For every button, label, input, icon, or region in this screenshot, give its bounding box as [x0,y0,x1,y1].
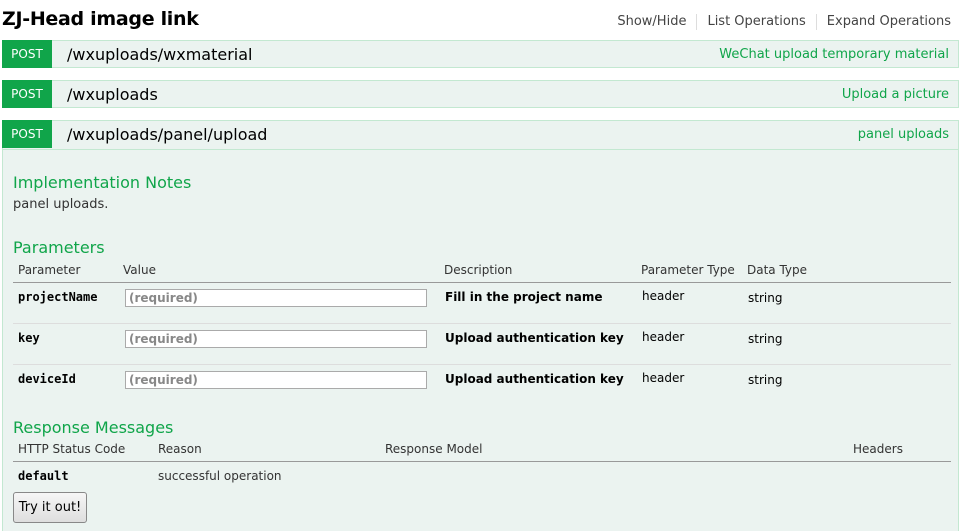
page-title: ZJ-Head image link [2,8,199,30]
implementation-notes-text: panel uploads. [13,197,109,212]
data-type: string [748,373,783,387]
responses-header-line [13,461,951,462]
data-type: string [748,291,783,305]
param-name: deviceId [18,372,76,386]
col-headers: Headers [853,442,903,456]
list-operations-link[interactable]: List Operations [697,14,817,30]
operation-summary[interactable]: panel uploads [858,127,949,142]
operation-path[interactable]: /wxuploads/panel/upload [67,125,267,144]
operation-content: Implementation Notes panel uploads. Para… [2,149,959,531]
method-badge[interactable]: POST [2,40,52,68]
operation-summary[interactable]: WeChat upload temporary material [719,47,949,62]
key-input[interactable] [125,330,427,348]
divider [3,149,958,150]
response-messages-heading: Response Messages [13,418,174,437]
operation-wxmaterial[interactable]: POST /wxuploads/wxmaterial WeChat upload… [2,40,959,68]
param-description: Upload authentication key [445,331,624,345]
project-name-input[interactable] [125,289,427,307]
operation-panel-upload[interactable]: POST /wxuploads/panel/upload panel uploa… [2,120,959,149]
top-links: Show/Hide List Operations Expand Operati… [607,14,951,30]
param-name: projectName [18,290,98,304]
col-parameter-type: Parameter Type [641,263,735,277]
data-type: string [748,332,783,346]
expand-operations-link[interactable]: Expand Operations [817,14,951,30]
method-badge[interactable]: POST [2,120,52,148]
col-parameter: Parameter [18,263,81,277]
operation-path[interactable]: /wxuploads/wxmaterial [67,45,253,64]
method-badge[interactable]: POST [2,80,52,108]
param-type: header [642,289,685,303]
implementation-notes-heading: Implementation Notes [13,173,192,192]
row-divider [13,323,951,324]
param-type: header [642,371,685,385]
show-hide-link[interactable]: Show/Hide [607,14,698,30]
col-description: Description [444,263,513,277]
response-reason: successful operation [158,469,282,483]
operation-summary[interactable]: Upload a picture [842,87,949,102]
operation-path[interactable]: /wxuploads [67,85,158,104]
col-response-model: Response Model [385,442,483,456]
param-description: Fill in the project name [445,290,603,304]
response-code: default [18,469,69,483]
params-header-line [13,282,951,283]
device-id-input[interactable] [125,371,427,389]
param-name: key [18,331,40,345]
row-divider [13,364,951,365]
col-reason: Reason [158,442,202,456]
operation-wxuploads[interactable]: POST /wxuploads Upload a picture [2,80,959,108]
col-http-status-code: HTTP Status Code [18,442,126,456]
col-value: Value [123,263,156,277]
param-type: header [642,330,685,344]
param-description: Upload authentication key [445,372,624,386]
try-it-out-button[interactable]: Try it out! [13,492,87,523]
col-data-type: Data Type [747,263,808,277]
parameters-heading: Parameters [13,238,105,257]
